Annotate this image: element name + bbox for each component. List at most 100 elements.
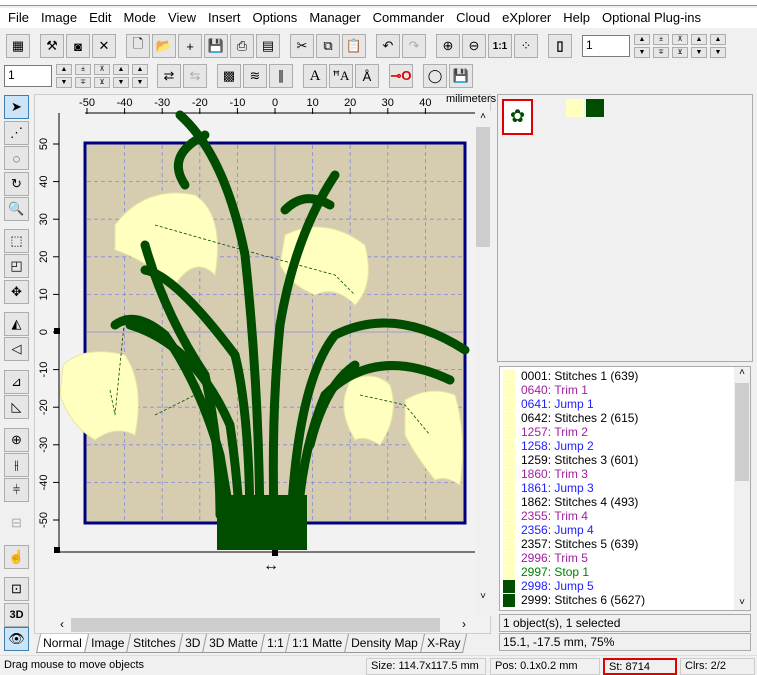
stop-down-icon[interactable]: ▼: [132, 76, 148, 88]
menu-optional-plug-ins[interactable]: Optional Plug-ins: [596, 8, 707, 28]
skew-vertical-icon[interactable]: ◺: [4, 395, 29, 419]
scroll-down-icon[interactable]: ˅: [475, 591, 491, 602]
horizontal-scrollbar[interactable]: ‹ ›: [54, 617, 474, 633]
color-down-icon[interactable]: ▼: [113, 76, 129, 88]
color-down-icon[interactable]: ▼: [691, 46, 707, 58]
menu-file[interactable]: File: [2, 8, 35, 28]
down-step-icon[interactable]: ∓: [653, 46, 669, 58]
undo-icon[interactable]: ↶: [376, 34, 400, 58]
scroll-down-icon[interactable]: ˅: [734, 597, 750, 608]
menu-view[interactable]: View: [162, 8, 202, 28]
center-horizontal-icon[interactable]: ⫲: [4, 453, 29, 477]
up-step-icon[interactable]: ±: [75, 63, 91, 75]
mirror-vertical-icon[interactable]: ◁: [4, 337, 29, 361]
stop-up-icon[interactable]: ▲: [132, 63, 148, 75]
list-item[interactable]: 1862: Stitches 4 (493): [500, 495, 750, 509]
menu-insert[interactable]: Insert: [202, 8, 247, 28]
first-icon[interactable]: ⊼: [94, 63, 110, 75]
lasso-select-icon[interactable]: ⋰: [4, 121, 29, 145]
zoom-in-icon[interactable]: ⊕: [436, 34, 460, 58]
tab-3d-matte[interactable]: 3D Matte: [202, 634, 265, 653]
tab-density-map[interactable]: Density Map: [344, 634, 426, 653]
first-icon[interactable]: ⊼: [672, 33, 688, 45]
zigzag-icon[interactable]: ≋: [243, 64, 267, 88]
center-icon[interactable]: ⊕: [4, 428, 29, 452]
text-icon[interactable]: A: [303, 64, 327, 88]
up-icon[interactable]: ▲: [634, 33, 650, 45]
scroll-thumb[interactable]: [735, 383, 749, 481]
new-file-icon[interactable]: 🗋: [126, 34, 150, 58]
split-icon[interactable]: ⇄: [157, 64, 181, 88]
design-grid-icon[interactable]: ▦: [6, 34, 30, 58]
rotate-icon[interactable]: ↻: [4, 172, 29, 196]
color-swatch-green[interactable]: [586, 99, 604, 117]
hoop-icon[interactable]: ▯: [548, 34, 572, 58]
menu-edit[interactable]: Edit: [83, 8, 117, 28]
save-icon[interactable]: 💾: [204, 34, 228, 58]
list-item[interactable]: 1861: Jump 3: [500, 481, 750, 495]
color-swatch-yellow[interactable]: [566, 99, 584, 117]
scroll-left-icon[interactable]: ‹: [60, 617, 64, 631]
list-item[interactable]: 0641: Jump 1: [500, 397, 750, 411]
scroll-up-icon[interactable]: ˄: [475, 111, 491, 127]
tab-1-1-matte[interactable]: 1:1 Matte: [285, 634, 350, 653]
camera-icon[interactable]: ◙: [66, 34, 90, 58]
save-outline-icon[interactable]: 💾: [449, 64, 473, 88]
tab-image[interactable]: Image: [83, 634, 132, 653]
hoop-view-icon[interactable]: ⊡: [4, 577, 29, 601]
down-icon[interactable]: ▼: [56, 76, 72, 88]
zoom-out-icon[interactable]: ⊖: [462, 34, 486, 58]
move-icon[interactable]: ✥: [4, 280, 29, 304]
scroll-thumb[interactable]: [476, 127, 490, 247]
key-icon[interactable]: ⊸O: [389, 64, 413, 88]
tab-normal[interactable]: Normal: [35, 634, 89, 653]
list-item[interactable]: 2357: Stitches 5 (639): [500, 537, 750, 551]
zoom-tool-icon[interactable]: 🔍: [4, 197, 29, 221]
stop-down-icon[interactable]: ▼: [710, 46, 726, 58]
menu-manager[interactable]: Manager: [303, 8, 366, 28]
tab-stitches[interactable]: Stitches: [126, 634, 183, 653]
scroll-thumb[interactable]: [71, 618, 440, 632]
merge-icon[interactable]: +: [178, 34, 202, 58]
last-icon[interactable]: ⊻: [94, 76, 110, 88]
hand-select-icon[interactable]: ☝: [4, 545, 29, 569]
eye-icon[interactable]: 👁: [4, 627, 29, 651]
list-item[interactable]: 1259: Stitches 3 (601): [500, 453, 750, 467]
up-step-icon[interactable]: ±: [653, 33, 669, 45]
properties-icon[interactable]: ▤: [256, 34, 280, 58]
print-icon[interactable]: ⎙: [230, 34, 254, 58]
monogram-icon[interactable]: Å: [355, 64, 379, 88]
menu-commander[interactable]: Commander: [367, 8, 451, 28]
mirror-horizontal-icon[interactable]: ◭: [4, 312, 29, 336]
menu-help[interactable]: Help: [557, 8, 596, 28]
remove-stitches-icon[interactable]: ✕: [92, 34, 116, 58]
list-item[interactable]: 2999: Stitches 6 (5627): [500, 593, 750, 607]
list-item[interactable]: 2998: Jump 5: [500, 579, 750, 593]
design-canvas[interactable]: -50 -40 -30 -20 -10 0 10 20 30 40 50 40 30 20 10 0 -10 -2…: [34, 93, 496, 634]
center-vertical-icon[interactable]: ⫩: [4, 478, 29, 502]
join-icon[interactable]: ⇆: [183, 64, 207, 88]
scroll-up-icon[interactable]: ˄: [734, 367, 750, 383]
stitch-list[interactable]: 0001: Stitches 1 (639) 0640: Trim 1 0641: …: [499, 366, 751, 611]
list-item[interactable]: 2356: Jump 4: [500, 523, 750, 537]
select-arrow-icon[interactable]: ➤: [4, 95, 29, 119]
redo-icon[interactable]: ↷: [402, 34, 426, 58]
menu-mode[interactable]: Mode: [118, 8, 163, 28]
last-icon[interactable]: ⊻: [672, 46, 688, 58]
list-item[interactable]: 2997: Stop 1: [500, 565, 750, 579]
vertical-scrollbar[interactable]: ˄ ˅: [475, 111, 491, 616]
satin-icon[interactable]: ∥: [269, 64, 293, 88]
color-up-icon[interactable]: ▲: [691, 33, 707, 45]
align-icon[interactable]: ⊟: [4, 511, 29, 535]
text-path-icon[interactable]: ꟸA: [329, 64, 353, 88]
down-step-icon[interactable]: ∓: [75, 76, 91, 88]
list-item[interactable]: 2996: Trim 5: [500, 551, 750, 565]
scroll-right-icon[interactable]: ›: [462, 617, 466, 631]
skew-horizontal-icon[interactable]: ⊿: [4, 370, 29, 394]
menu-explorer[interactable]: eXplorer: [496, 8, 557, 28]
crop-icon[interactable]: ◰: [4, 254, 29, 278]
zoom-fit-icon[interactable]: ⁘: [514, 34, 538, 58]
freehand-select-icon[interactable]: ◌: [4, 146, 29, 170]
outline-icon[interactable]: ◯: [423, 64, 447, 88]
cut-icon[interactable]: ✂: [290, 34, 314, 58]
